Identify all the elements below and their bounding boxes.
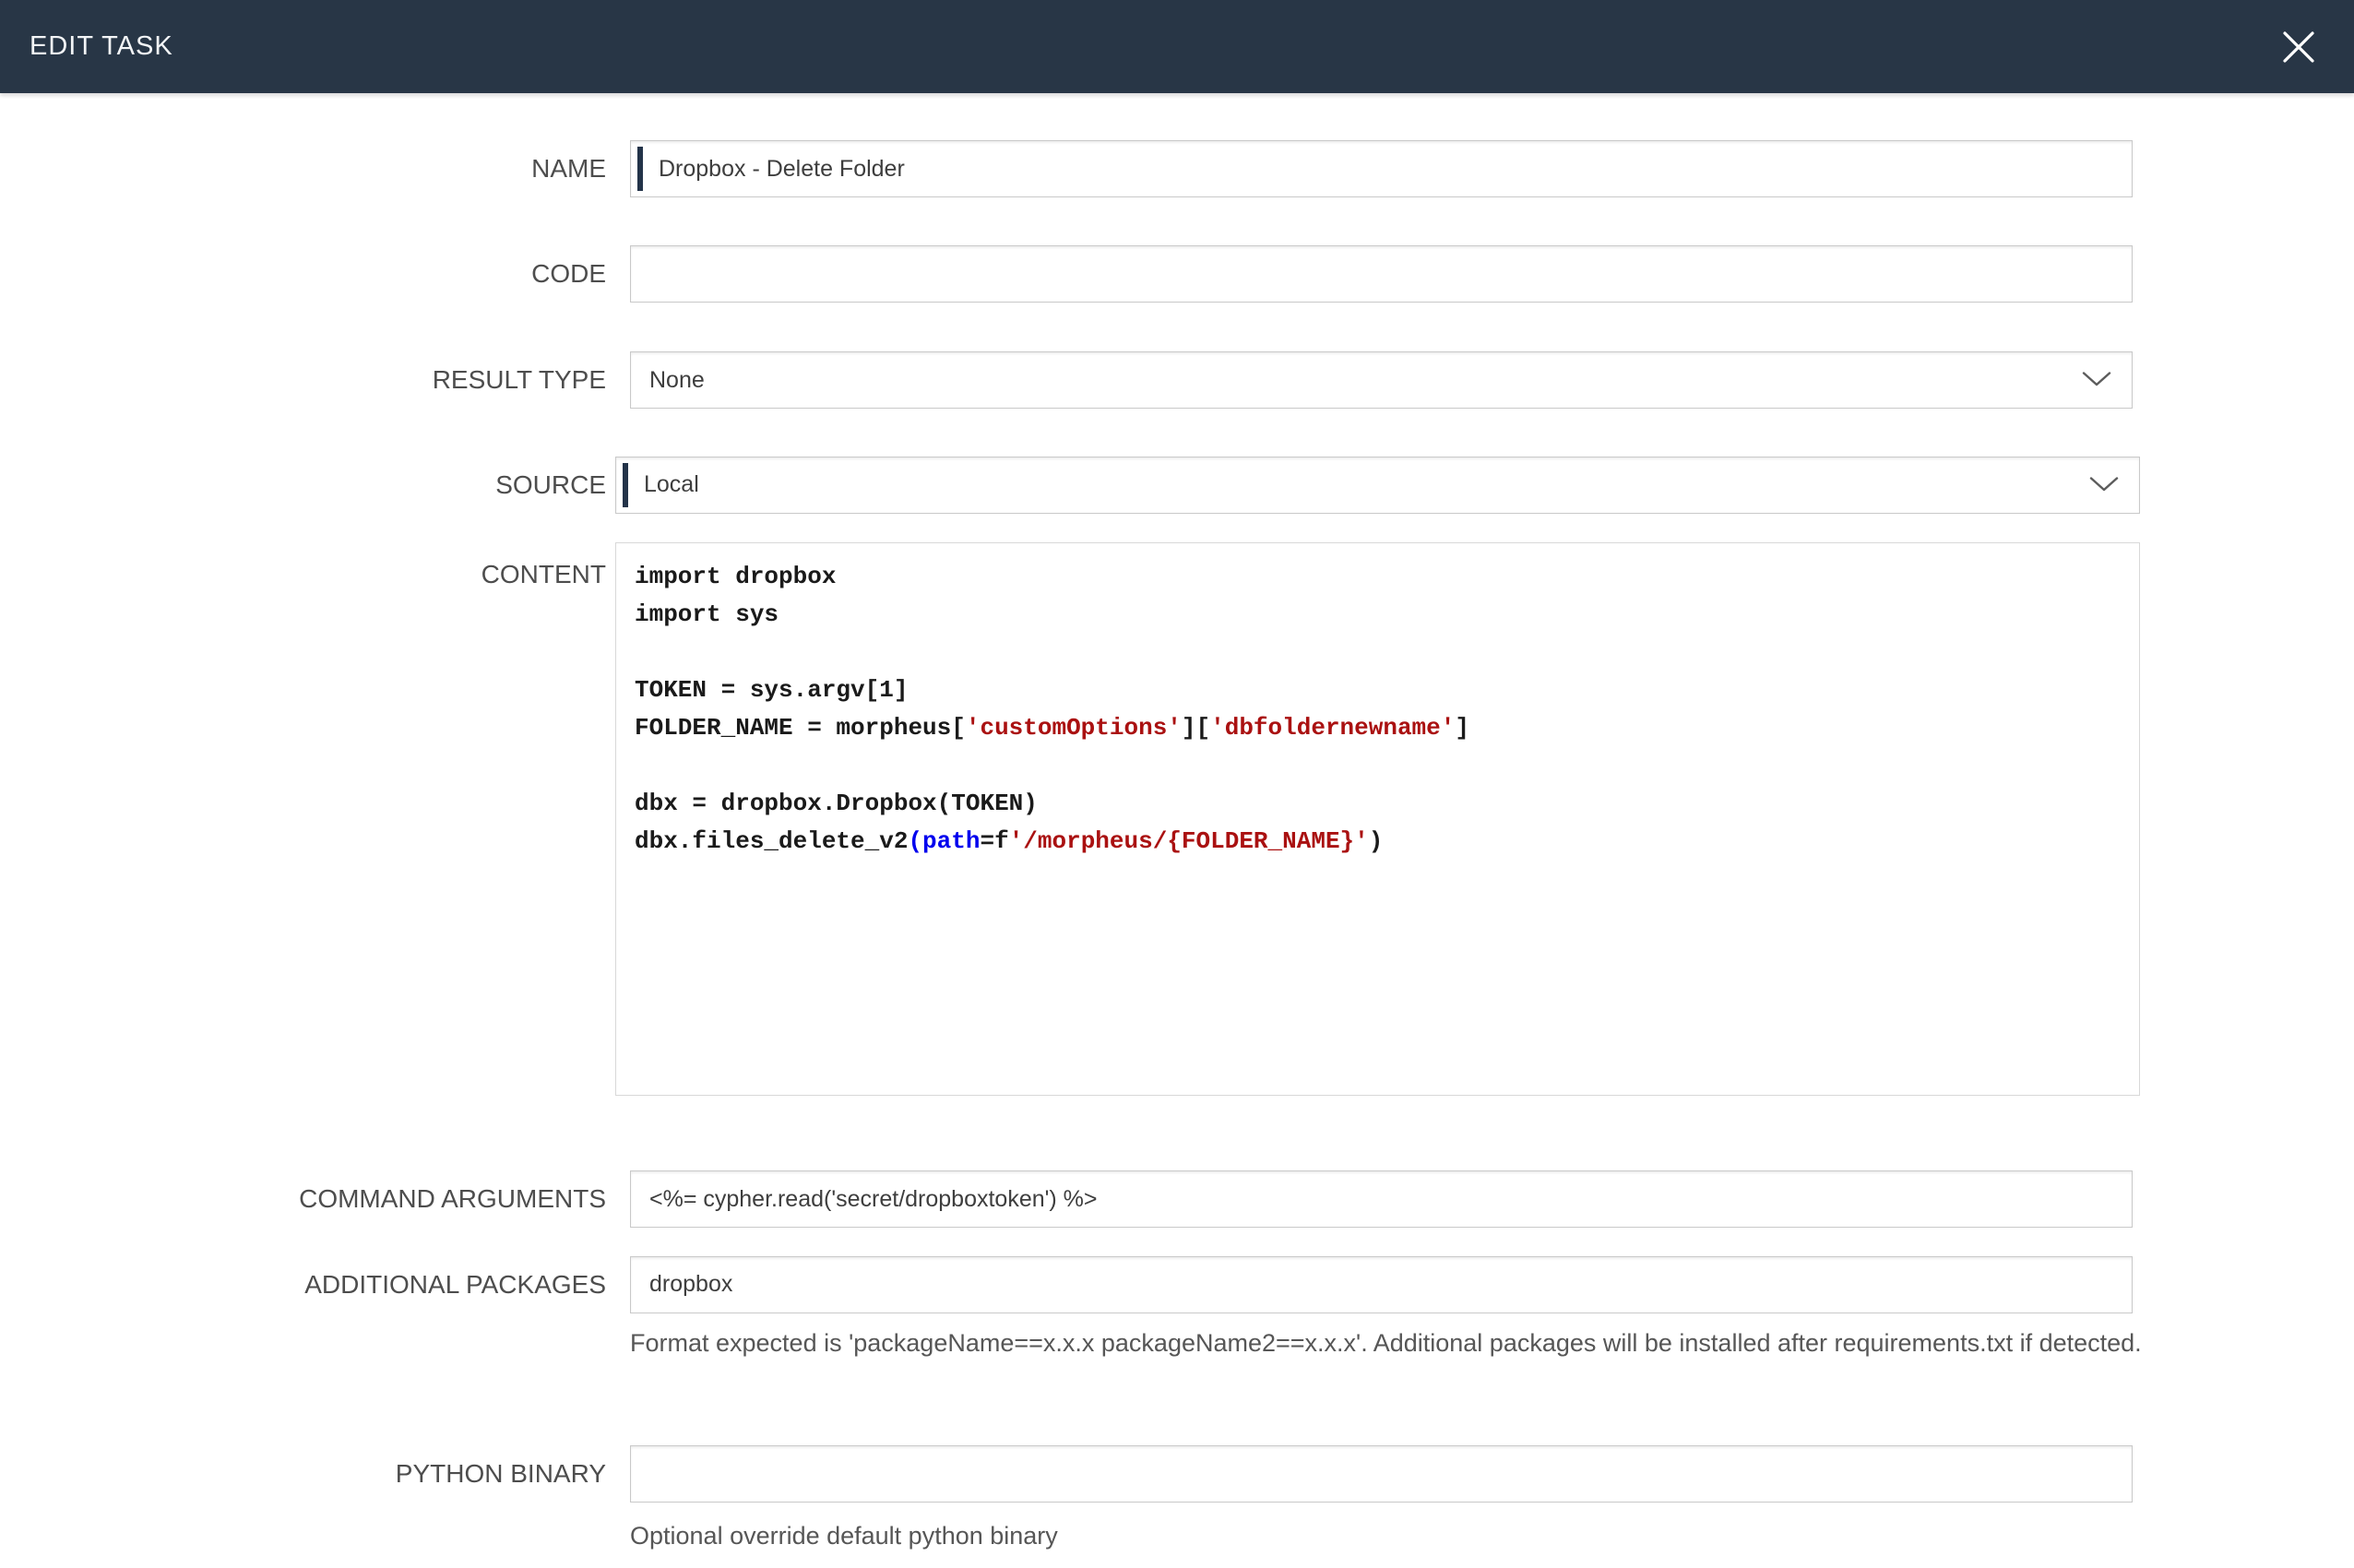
result-type-selected-value: None bbox=[649, 367, 705, 394]
text-cursor bbox=[623, 463, 628, 507]
modal-title: EDIT TASK bbox=[30, 31, 173, 62]
content-label: CONTENT bbox=[0, 542, 606, 590]
chevron-down-icon bbox=[2089, 471, 2119, 498]
code-input[interactable] bbox=[630, 245, 2133, 303]
text-cursor bbox=[637, 147, 643, 191]
close-icon bbox=[2280, 29, 2317, 65]
close-button[interactable] bbox=[2277, 25, 2321, 69]
field-row-command-arguments: COMMAND ARGUMENTS bbox=[0, 1170, 2133, 1228]
name-input[interactable] bbox=[630, 140, 2133, 197]
python-binary-label: PYTHON BINARY bbox=[0, 1458, 606, 1490]
additional-packages-label: ADDITIONAL PACKAGES bbox=[0, 1269, 606, 1301]
python-binary-input[interactable] bbox=[630, 1445, 2133, 1503]
additional-packages-input[interactable] bbox=[630, 1256, 2133, 1313]
additional-packages-help: Format expected is 'packageName==x.x.x p… bbox=[630, 1324, 2147, 1362]
result-type-select[interactable]: None bbox=[630, 351, 2133, 409]
result-type-label: RESULT TYPE bbox=[0, 364, 606, 396]
field-row-additional-packages: ADDITIONAL PACKAGES bbox=[0, 1256, 2133, 1313]
field-row-result-type: RESULT TYPE None bbox=[0, 351, 2133, 409]
modal-header: EDIT TASK bbox=[0, 0, 2354, 93]
content-code-editor[interactable]: import dropboximport sys TOKEN = sys.arg… bbox=[615, 542, 2140, 1096]
source-label: SOURCE bbox=[0, 469, 606, 501]
name-label: NAME bbox=[0, 153, 606, 184]
command-arguments-label: COMMAND ARGUMENTS bbox=[0, 1183, 606, 1215]
field-row-source: SOURCE Local bbox=[0, 456, 2140, 514]
source-selected-value: Local bbox=[644, 471, 699, 498]
python-binary-help: Optional override default python binary bbox=[630, 1517, 2147, 1555]
field-row-python-binary: PYTHON BINARY bbox=[0, 1444, 2133, 1503]
code-label: CODE bbox=[0, 258, 606, 290]
command-arguments-input[interactable] bbox=[630, 1170, 2133, 1228]
field-row-code: CODE bbox=[0, 245, 2133, 303]
chevron-down-icon bbox=[2082, 367, 2111, 394]
field-row-name: NAME bbox=[0, 140, 2133, 197]
field-row-content: CONTENT import dropboximport sys TOKEN =… bbox=[0, 542, 2140, 1096]
source-select[interactable]: Local bbox=[615, 457, 2140, 514]
